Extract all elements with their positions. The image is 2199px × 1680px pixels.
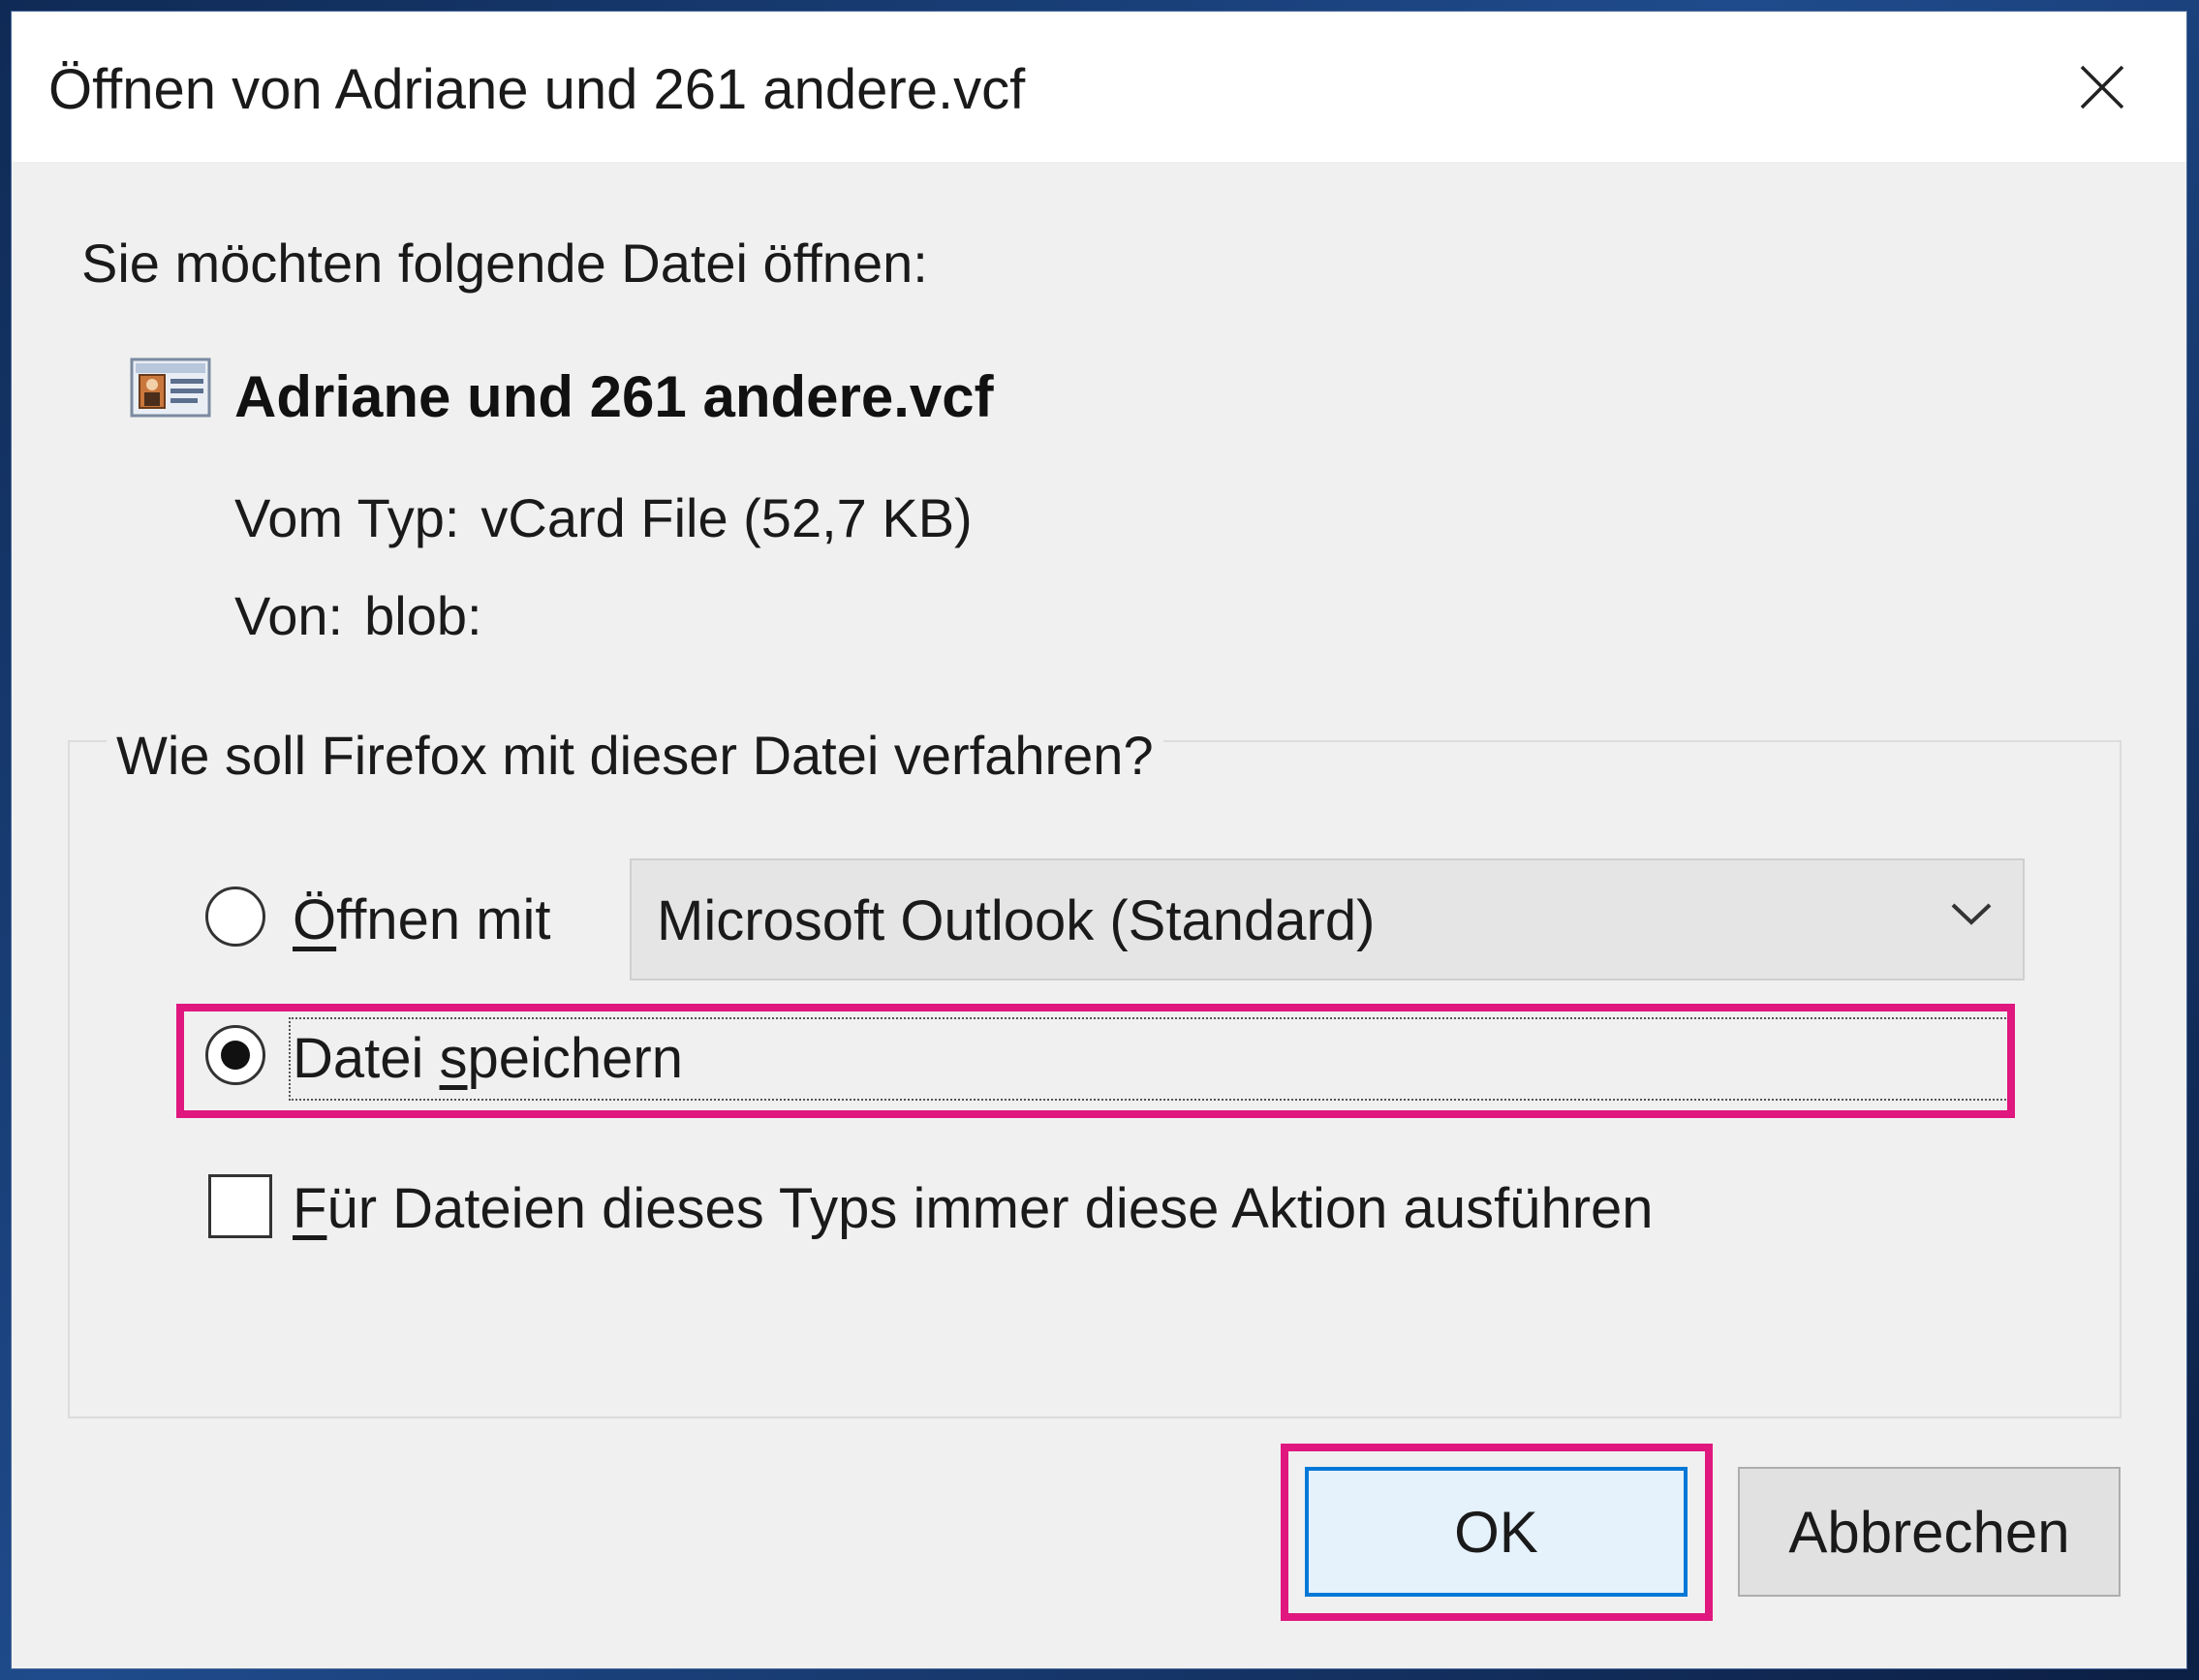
chevron-down-icon [1951,903,1992,925]
title-bar: Öffnen von Adriane und 261 andere.vcf [12,12,2186,162]
application-select[interactable]: Microsoft Outlook (Standard) [630,858,2025,980]
close-icon [2080,65,2123,109]
file-open-dialog: Öffnen von Adriane und 261 andere.vcf Si… [12,12,2186,1668]
file-source-row: Von: blob: [234,589,482,643]
ok-button-highlight [1281,1444,1713,1621]
file-source-value: blob: [364,585,482,646]
open-with-label[interactable]: Öffnen mit [293,892,551,949]
file-type-value: vCard File (52,7 KB) [480,487,973,548]
close-button[interactable] [2017,12,2186,162]
vcard-file-icon [130,358,211,418]
always-action-label-rest: ür Dateien dieses Typs immer diese Aktio… [326,1177,1654,1240]
open-with-radio[interactable] [205,887,265,947]
file-type-row: Vom Typ: vCard File (52,7 KB) [234,491,973,545]
prompt-text: Sie möchten folgende Datei öffnen: [81,233,928,294]
always-action-mnemonic: F [293,1177,327,1240]
open-with-mnemonic: Ö [293,888,337,951]
open-with-label-rest: ffnen mit [336,888,551,951]
file-name: Adriane und 261 andere.vcf [234,364,994,429]
file-source-label: Von: [234,585,344,646]
action-group-legend: Wie soll Firefox mit dieser Datei verfah… [107,729,1163,783]
always-action-label[interactable]: Für Dateien dieses Typs immer diese Akti… [293,1181,1654,1237]
dialog-title: Öffnen von Adriane und 261 andere.vcf [48,58,1026,121]
always-action-checkbox[interactable] [208,1174,272,1238]
save-option-highlight [176,1004,2015,1118]
file-type-label: Vom Typ: [234,487,460,548]
cancel-button[interactable]: Abbrechen [1738,1467,2121,1597]
application-select-value: Microsoft Outlook (Standard) [657,889,1376,952]
